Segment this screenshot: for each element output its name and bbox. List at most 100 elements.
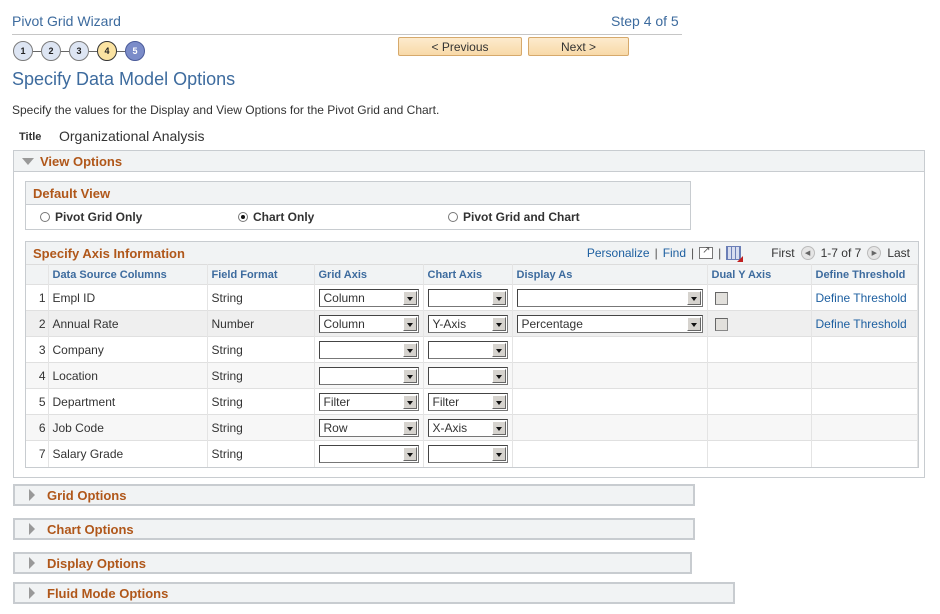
step-1[interactable]: 1 (13, 41, 33, 61)
data-source-column: Salary Grade (48, 440, 208, 467)
table-row: 7 Salary Grade String (26, 440, 918, 467)
instructions: Specify the values for the Display and V… (12, 103, 440, 117)
chart-axis-select[interactable]: Filter (427, 392, 508, 411)
header-divider (12, 34, 682, 35)
view-all-popup-icon[interactable] (699, 245, 714, 259)
table-row: 1 Empl ID String Column Define Threshold (26, 284, 918, 311)
define-threshold-link[interactable]: Define Threshold (816, 317, 907, 331)
chart-axis-select[interactable] (427, 340, 508, 359)
dropdown-arrow-icon[interactable] (491, 394, 506, 409)
step-3[interactable]: 3 (69, 41, 89, 61)
dropdown-arrow-icon[interactable] (402, 316, 417, 331)
display-as-select[interactable] (516, 288, 703, 307)
fluid-mode-options-section[interactable]: Fluid Mode Options (13, 582, 735, 604)
dropdown-arrow-icon[interactable] (491, 368, 506, 383)
chart-axis-select[interactable]: Y-Axis (427, 314, 508, 333)
chart-axis-select[interactable] (427, 288, 508, 307)
view-options-header[interactable]: View Options (14, 151, 924, 172)
grid-axis-select[interactable] (318, 340, 419, 359)
previous-page-icon[interactable]: ◀ (800, 246, 815, 260)
col-header-display-as: Display As (512, 264, 708, 285)
dropdown-arrow-icon[interactable] (402, 368, 417, 383)
data-source-column: Department (48, 388, 208, 415)
step-indicator-text: Step 4 of 5 (611, 13, 679, 29)
display-options-section[interactable]: Display Options (13, 552, 692, 574)
data-source-column: Job Code (48, 414, 208, 441)
display-options-label: Display Options (47, 555, 146, 571)
dropdown-arrow-icon[interactable] (402, 290, 417, 305)
chart-axis-select[interactable] (427, 444, 508, 463)
first-label: First (771, 246, 795, 260)
personalize-link[interactable]: Personalize (587, 246, 650, 260)
radio-button[interactable] (40, 212, 50, 222)
radio-button-selected[interactable] (238, 212, 248, 222)
display-as-select[interactable]: Percentage (516, 314, 703, 333)
field-format: String (207, 414, 315, 441)
dropdown-arrow-icon[interactable] (402, 342, 417, 357)
table-row: 6 Job Code String Row X-Axis (26, 414, 918, 441)
axis-table: Data Source Columns Field Format Grid Ax… (26, 264, 918, 467)
data-source-column: Location (48, 362, 208, 389)
table-row: 4 Location String (26, 362, 918, 389)
expand-triangle-icon (29, 557, 35, 569)
grid-options-label: Grid Options (47, 487, 127, 503)
wizard-title: Pivot Grid Wizard (12, 13, 121, 29)
default-view-box: Default View Pivot Grid Only Chart Only … (25, 181, 691, 230)
dual-y-axis-cell (707, 336, 812, 363)
dropdown-arrow-icon[interactable] (491, 342, 506, 357)
dropdown-arrow-icon[interactable] (686, 290, 701, 305)
dropdown-arrow-icon[interactable] (491, 316, 506, 331)
radio-chart-only[interactable]: Chart Only (238, 210, 314, 224)
collapse-triangle-icon (22, 157, 34, 165)
grid-axis-select[interactable]: Column (318, 288, 419, 307)
grid-options-section[interactable]: Grid Options (13, 484, 695, 506)
data-source-column: Company (48, 336, 208, 363)
grid-axis-value: Row (323, 420, 348, 435)
grid-axis-select[interactable] (318, 366, 419, 385)
step-2[interactable]: 2 (41, 41, 61, 61)
dual-y-axis-checkbox[interactable] (714, 317, 728, 331)
dual-y-axis-cell (707, 388, 812, 415)
display-as-value: Percentage (521, 316, 583, 331)
field-format: String (207, 440, 315, 467)
download-to-excel-icon[interactable] (726, 246, 742, 260)
grid-axis-value: Filter (323, 394, 351, 409)
chart-axis-select[interactable]: X-Axis (427, 418, 508, 437)
grid-axis-value: Column (323, 290, 365, 305)
grid-axis-select[interactable]: Row (318, 418, 419, 437)
define-threshold-cell (811, 336, 918, 363)
step-connector (117, 50, 125, 52)
dropdown-arrow-icon[interactable] (491, 420, 506, 435)
dropdown-arrow-icon[interactable] (402, 446, 417, 461)
dropdown-arrow-icon[interactable] (491, 290, 506, 305)
grid-axis-select[interactable] (318, 444, 419, 463)
radio-pivot-grid-and-chart[interactable]: Pivot Grid and Chart (448, 210, 580, 224)
grid-axis-select[interactable]: Filter (318, 392, 419, 411)
radio-button[interactable] (448, 212, 458, 222)
radio-pivot-grid-only[interactable]: Pivot Grid Only (40, 210, 142, 224)
title-label: Title (19, 131, 42, 143)
chart-options-section[interactable]: Chart Options (13, 518, 695, 540)
dual-y-axis-cell (707, 414, 812, 441)
previous-button[interactable]: < Previous (398, 37, 522, 56)
table-row: 5 Department String Filter Filter (26, 388, 918, 415)
dual-y-axis-checkbox[interactable] (714, 291, 728, 305)
dropdown-arrow-icon[interactable] (686, 316, 701, 331)
define-threshold-cell (811, 440, 918, 467)
field-format: Number (207, 310, 315, 337)
grid-axis-select[interactable]: Column (318, 314, 419, 333)
define-threshold-link[interactable]: Define Threshold (816, 291, 907, 305)
radio-label: Pivot Grid and Chart (463, 210, 580, 224)
dropdown-arrow-icon[interactable] (491, 446, 506, 461)
last-label: Last (887, 246, 910, 260)
field-format: String (207, 336, 315, 363)
next-page-icon[interactable]: ▶ (867, 246, 882, 260)
find-link[interactable]: Find (663, 246, 686, 260)
dropdown-arrow-icon[interactable] (402, 394, 417, 409)
step-5[interactable]: 5 (125, 41, 145, 61)
dropdown-arrow-icon[interactable] (402, 420, 417, 435)
separator: | (718, 246, 722, 260)
display-as-cell (512, 362, 708, 389)
next-button[interactable]: Next > (528, 37, 629, 56)
chart-axis-select[interactable] (427, 366, 508, 385)
